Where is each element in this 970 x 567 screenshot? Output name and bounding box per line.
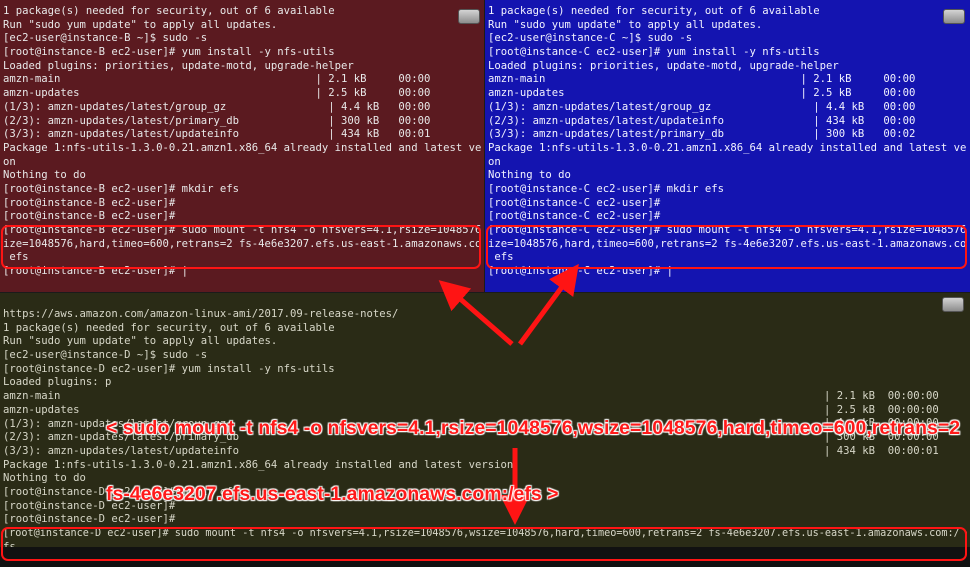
terminal-line: Run "sudo yum update" to apply all updat… bbox=[3, 335, 278, 348]
terminal-line: on bbox=[3, 155, 16, 168]
mount-command-annotation: < sudo mount -t nfs4 -o nfsvers=4.1,rsiz… bbox=[106, 373, 961, 527]
terminal-line: Package 1:nfs-utils-1.3.0-0.21.amzn1.x86… bbox=[3, 141, 481, 154]
terminal-line: Loaded plugins: priorities, update-motd,… bbox=[3, 59, 354, 72]
terminal-line: (1/3): amzn-updates/latest/group_gz | 4.… bbox=[3, 100, 431, 113]
terminal-line: [root@instance-C ec2-user]# bbox=[488, 196, 661, 209]
terminal-line: Run "sudo yum update" to apply all updat… bbox=[3, 18, 278, 31]
terminal-line: amzn-main | 2.1 kB 00:00 bbox=[488, 73, 916, 86]
terminal-line: 1 package(s) needed for security, out of… bbox=[488, 5, 820, 17]
terminal-line: 1 package(s) needed for security, out of… bbox=[3, 5, 335, 17]
terminal-line: amzn-updates | 2.5 kB 00:00 bbox=[3, 87, 431, 100]
terminal-line: Nothing to do bbox=[3, 169, 86, 182]
terminal-line: [root@instance-C ec2-user]# mkdir efs bbox=[488, 182, 724, 195]
annotation-line-2: fs-4e6e3207.efs.us-east-1.amazonaws.com:… bbox=[106, 483, 559, 505]
terminal-line: Nothing to do bbox=[488, 169, 571, 182]
terminal-line: Package 1:nfs-utils-1.3.0-0.21.amzn1.x86… bbox=[488, 141, 967, 154]
terminal-line: [root@instance-B ec2-user]# yum install … bbox=[3, 46, 335, 59]
terminal-line: [root@instance-C ec2-user]# bbox=[488, 210, 661, 223]
terminal-line: [ec2-user@instance-D ~]$ sudo -s bbox=[3, 349, 208, 362]
terminal-line: [root@instance-B ec2-user]# mkdir efs bbox=[3, 182, 239, 195]
terminal-line: (1/3): amzn-updates/latest/group_gz | 4.… bbox=[488, 100, 916, 113]
terminal-line: [ec2-user@instance-B ~]$ sudo -s bbox=[3, 32, 208, 45]
terminal-line: Loaded plugins: priorities, update-motd,… bbox=[488, 59, 839, 72]
terminal-line: amzn-updates | 2.5 kB 00:00 bbox=[488, 87, 916, 100]
terminal-line: (3/3): amzn-updates/latest/updateinfo | … bbox=[3, 128, 431, 141]
highlight-box-mount-c bbox=[486, 225, 967, 269]
terminal-line: (2/3): amzn-updates/latest/primary_db | … bbox=[3, 114, 431, 127]
terminal-line: [root@instance-B ec2-user]# bbox=[3, 210, 176, 223]
terminal-line: on bbox=[488, 155, 501, 168]
scrollbar-thumb[interactable] bbox=[943, 9, 965, 24]
terminal-line: [root@instance-B ec2-user]# bbox=[3, 196, 176, 209]
terminal-line: https://aws.amazon.com/amazon-linux-ami/… bbox=[3, 308, 399, 320]
highlight-box-mount-d bbox=[1, 527, 967, 561]
terminal-line: (3/3): amzn-updates/latest/primary_db | … bbox=[488, 128, 916, 141]
highlight-box-mount-b bbox=[1, 225, 481, 269]
terminal-line: Run "sudo yum update" to apply all updat… bbox=[488, 18, 763, 31]
terminal-line: [ec2-user@instance-C ~]$ sudo -s bbox=[488, 32, 693, 45]
terminal-line: [root@instance-C ec2-user]# yum install … bbox=[488, 46, 820, 59]
scrollbar-thumb[interactable] bbox=[458, 9, 480, 24]
terminal-line: amzn-main | 2.1 kB 00:00 bbox=[3, 73, 431, 86]
scrollbar-thumb[interactable] bbox=[942, 297, 964, 312]
terminal-line: 1 package(s) needed for security, out of… bbox=[3, 321, 335, 334]
annotation-line-1: < sudo mount -t nfs4 -o nfsvers=4.1,rsiz… bbox=[106, 417, 961, 439]
terminal-line: (2/3): amzn-updates/latest/updateinfo | … bbox=[488, 114, 916, 127]
